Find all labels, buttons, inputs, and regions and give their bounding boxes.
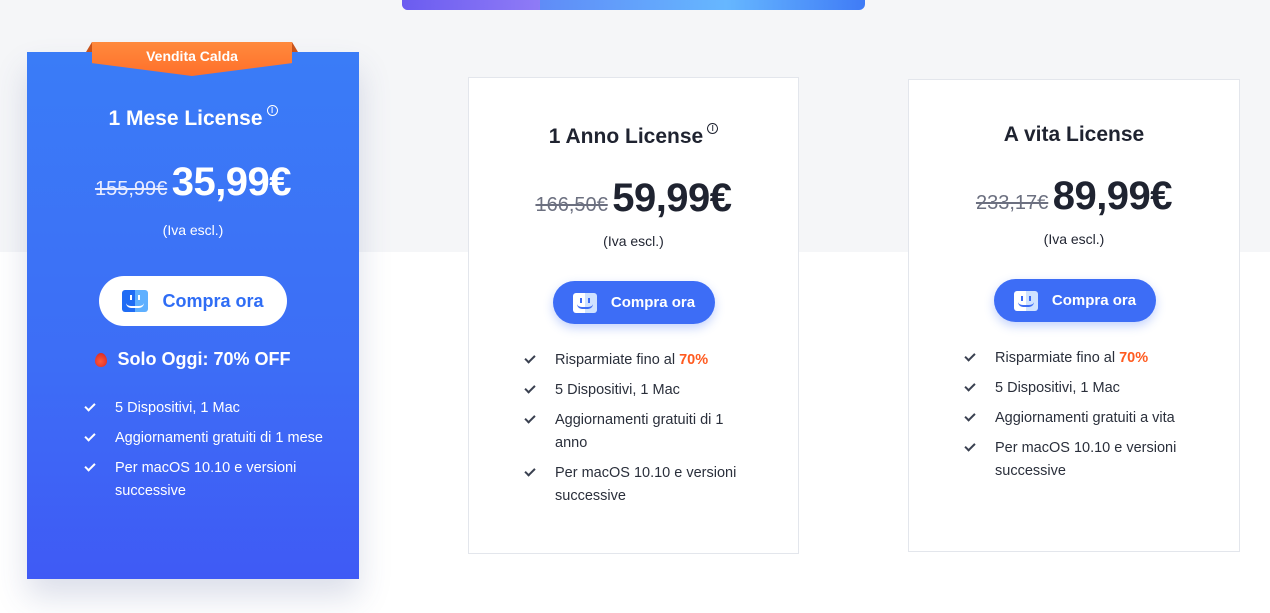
original-price: 155,99€: [94, 178, 168, 200]
finder-icon: [572, 292, 597, 313]
feature-list: Risparmiate fino al 70% 5 Dispositivi, 1…: [963, 347, 1193, 490]
price-row: 166,50€ 59,99€: [469, 176, 798, 221]
check-icon: [964, 350, 976, 362]
feature-item: Aggiornamenti gratuiti di 1 anno: [523, 409, 753, 455]
feature-item: 5 Dispositivi, 1 Mac: [83, 397, 333, 420]
check-icon: [524, 465, 536, 477]
top-banner-strip: [402, 0, 865, 10]
feature-item-savings: Risparmiate fino al 70%: [963, 347, 1193, 370]
feature-item: Per macOS 10.10 e versioni successive: [523, 462, 753, 508]
price-row: 233,17€ 89,99€: [909, 174, 1239, 219]
check-icon: [524, 412, 536, 424]
buy-now-label: Compra ora: [610, 294, 696, 311]
plan-card-yearly: 1 Anno License i 166,50€ 59,99€ (Iva escl…: [468, 77, 799, 554]
plan-card-lifetime: A vita License 233,17€ 89,99€ (Iva escl.…: [908, 79, 1240, 552]
buy-now-button[interactable]: Compra ora: [994, 279, 1156, 322]
feature-item: Per macOS 10.10 e versioni successive: [963, 437, 1193, 483]
plan-title: 1 Mese License i: [27, 105, 359, 131]
price-row: 155,99€ 35,99€: [27, 160, 359, 205]
finder-icon: [122, 290, 149, 312]
info-icon[interactable]: i: [707, 123, 719, 134]
feature-item: Aggiornamenti gratuiti di 1 mese: [83, 427, 333, 450]
flame-icon: [95, 353, 108, 367]
check-icon: [964, 380, 976, 392]
tax-note: (Iva escl.): [1043, 231, 1105, 247]
tax-note: (Iva escl.): [603, 233, 664, 249]
check-icon: [524, 382, 536, 394]
buy-now-label: Compra ora: [1051, 292, 1137, 309]
info-icon[interactable]: i: [266, 105, 278, 116]
buy-now-button[interactable]: Compra ora: [553, 281, 715, 324]
check-icon: [964, 440, 976, 452]
check-icon: [84, 460, 96, 472]
hot-sale-badge: Vendita Calda: [92, 42, 292, 76]
feature-item: Per macOS 10.10 e versioni successive: [83, 457, 333, 503]
plan-card-monthly: Vendita Calda 1 Mese License i 155,99€ 35…: [27, 42, 359, 579]
feature-item: 5 Dispositivi, 1 Mac: [523, 379, 753, 402]
check-icon: [84, 400, 96, 412]
finder-icon: [1013, 290, 1038, 311]
original-price: 233,17€: [975, 192, 1049, 214]
current-price: 35,99€: [171, 160, 292, 204]
today-offer: Solo Oggi: 70% OFF: [27, 349, 359, 370]
current-price: 59,99€: [612, 176, 732, 220]
plan-title: 1 Anno License i: [469, 123, 798, 149]
current-price: 89,99€: [1052, 174, 1173, 218]
feature-item: Aggiornamenti gratuiti a vita: [963, 407, 1193, 430]
check-icon: [84, 430, 96, 442]
buy-now-button[interactable]: Compra ora: [99, 276, 287, 326]
plan-title: A vita License: [1003, 123, 1145, 146]
check-icon: [964, 410, 976, 422]
tax-note: (Iva escl.): [162, 222, 224, 238]
check-icon: [524, 352, 536, 364]
feature-list: Risparmiate fino al 70% 5 Dispositivi, 1…: [523, 349, 753, 515]
feature-item: 5 Dispositivi, 1 Mac: [963, 377, 1193, 400]
feature-list: 5 Dispositivi, 1 Mac Aggiornamenti gratu…: [83, 397, 333, 510]
buy-now-label: Compra ora: [162, 290, 264, 311]
feature-item-savings: Risparmiate fino al 70%: [523, 349, 753, 372]
original-price: 166,50€: [535, 194, 608, 216]
